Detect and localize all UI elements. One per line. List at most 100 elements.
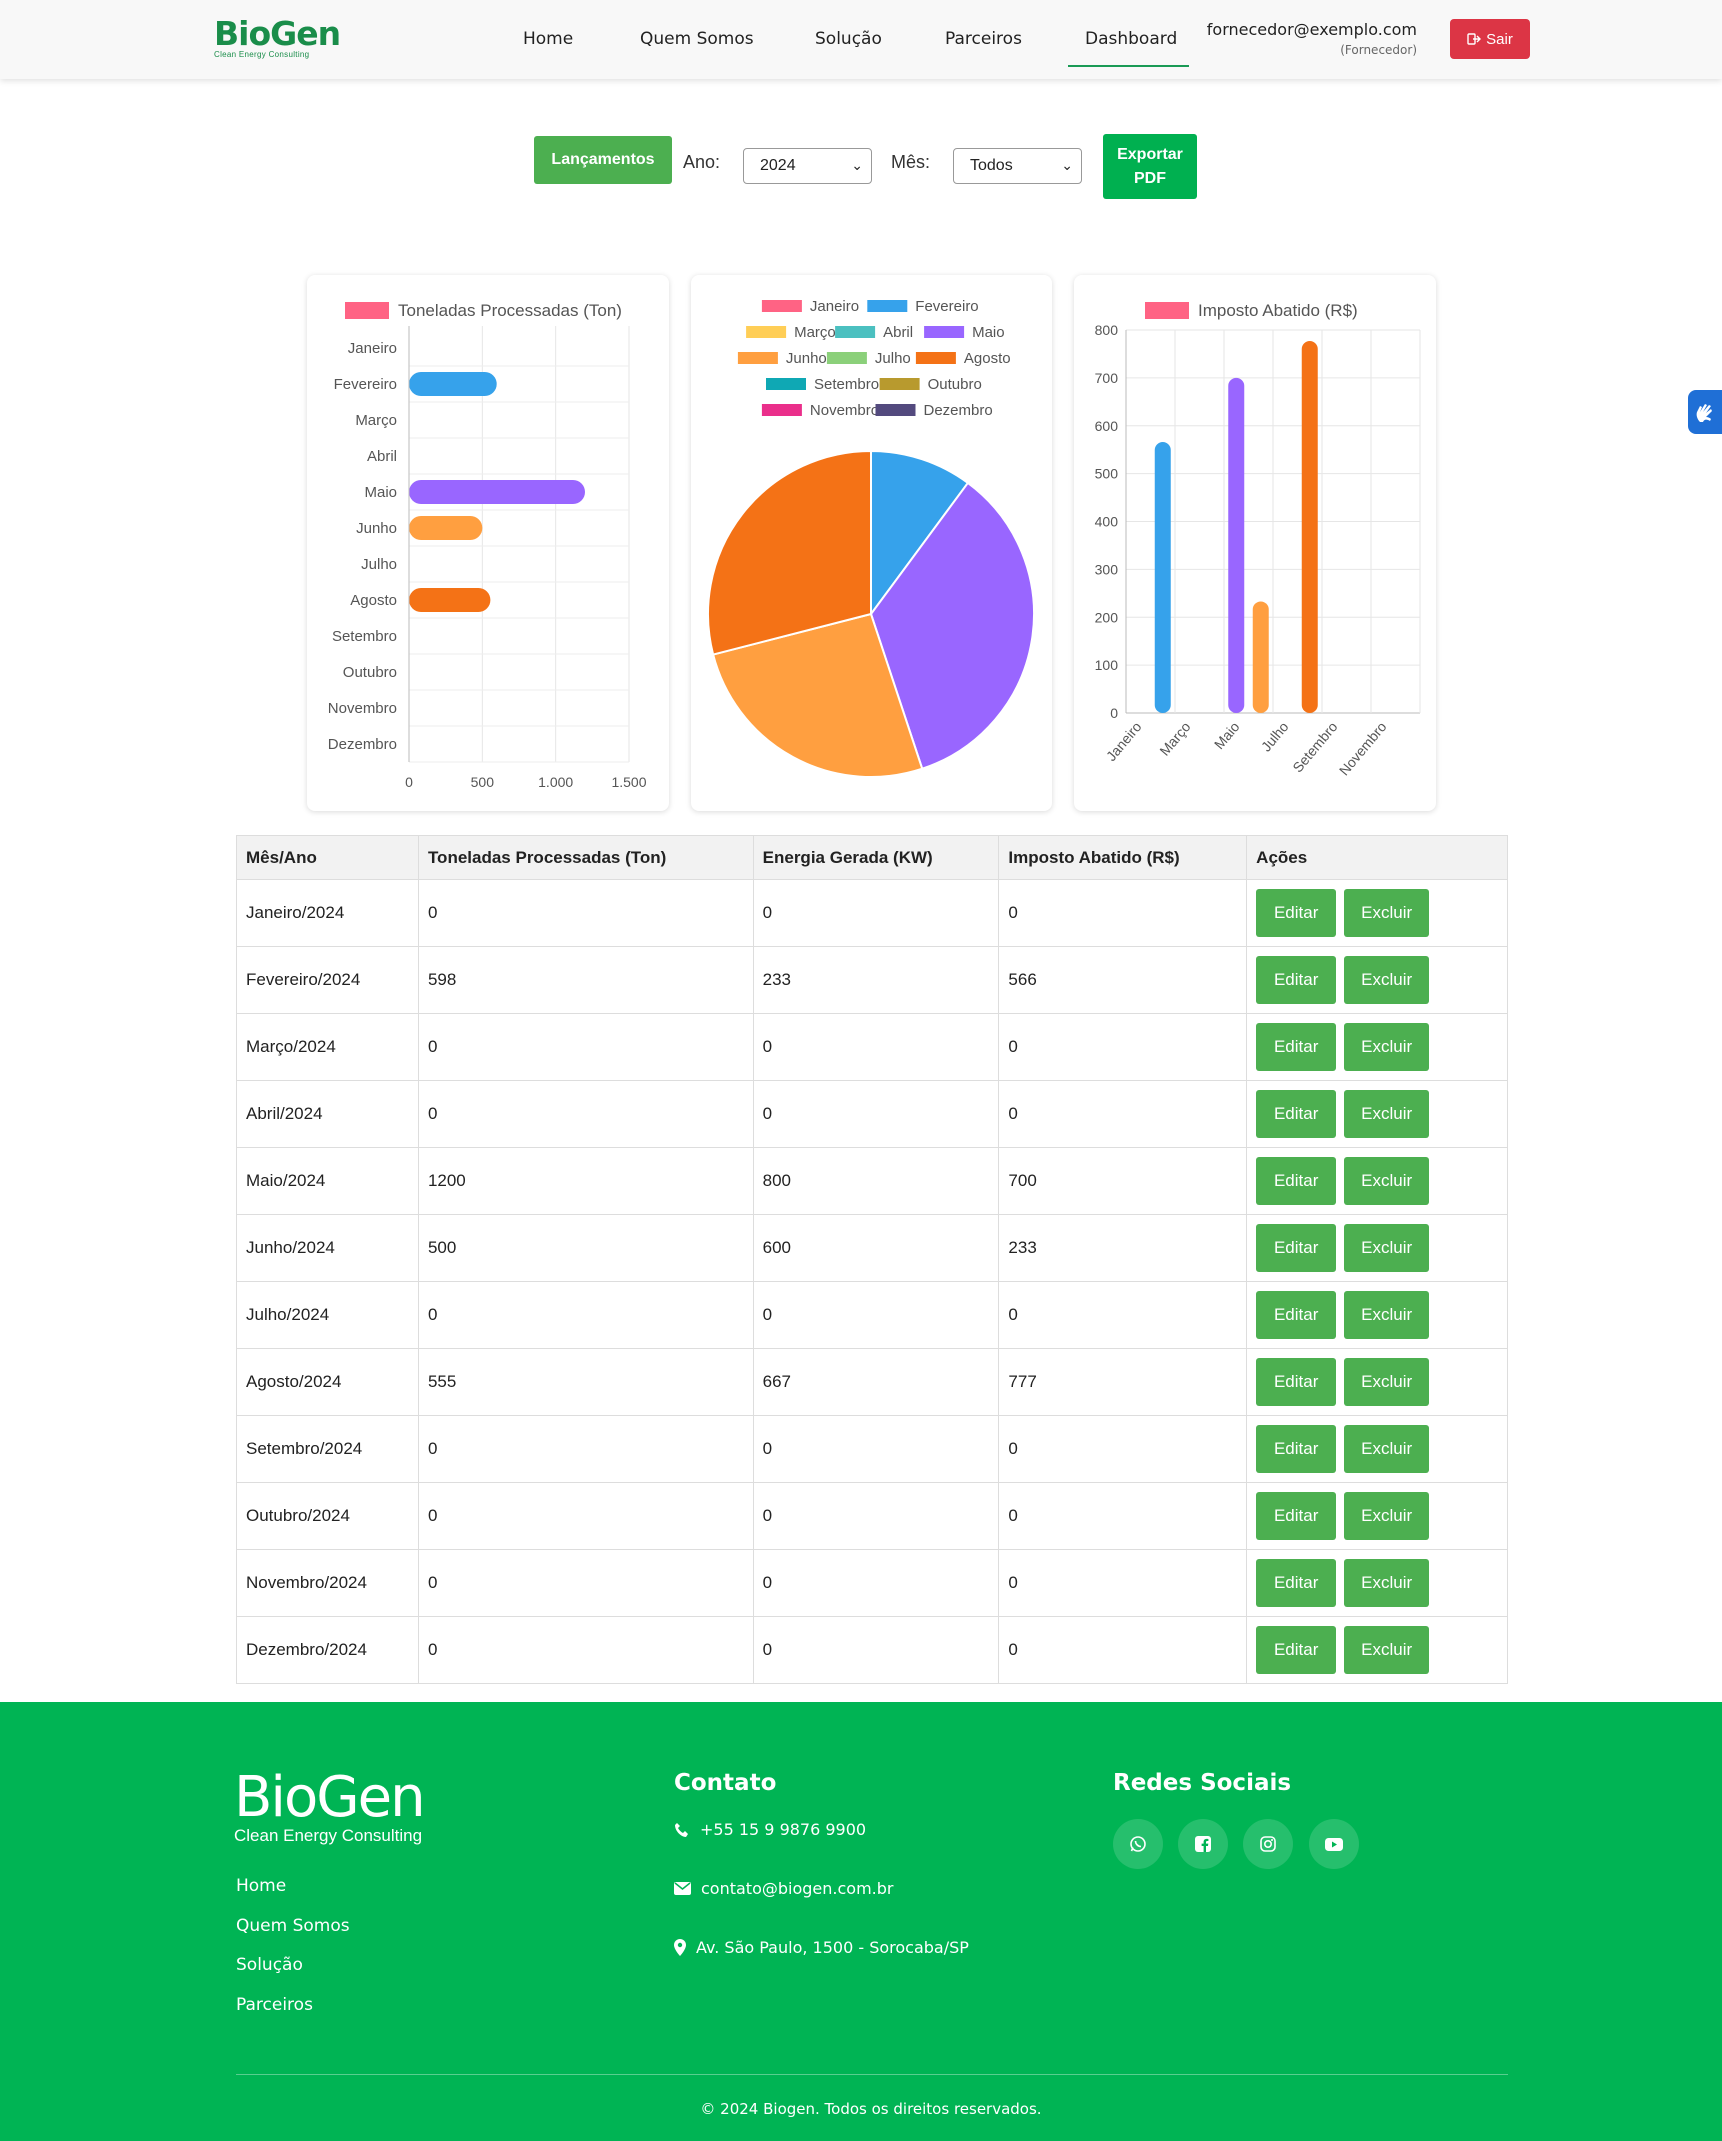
table-row: Janeiro/2024 0 0 0 Editar Excluir bbox=[236, 879, 1508, 947]
facebook-button[interactable] bbox=[1178, 1819, 1228, 1869]
chevron-down-icon: ⌄ bbox=[851, 157, 863, 173]
edit-button[interactable]: Editar bbox=[1256, 1224, 1337, 1272]
chart-card-imposto: Imposto Abatido (R$) 0 100 200 300 400 500 600 7… bbox=[1074, 275, 1436, 811]
delete-button[interactable]: Excluir bbox=[1344, 1023, 1430, 1071]
lancamentos-button[interactable]: Lançamentos bbox=[534, 136, 672, 184]
delete-button[interactable]: Excluir bbox=[1344, 1291, 1430, 1339]
y-tick-label: Fevereiro bbox=[334, 376, 397, 393]
footer-link-home[interactable]: Home bbox=[236, 1876, 286, 1896]
legend-swatch bbox=[746, 326, 787, 338]
y-tick-label: Outubro bbox=[343, 664, 397, 681]
legend-label: Toneladas Processadas (Ton) bbox=[398, 301, 622, 320]
cell-energia: 0 bbox=[752, 1482, 1000, 1550]
edit-button[interactable]: Editar bbox=[1256, 1157, 1337, 1205]
edit-button[interactable]: Editar bbox=[1256, 889, 1337, 937]
contact-email[interactable]: contato@biogen.com.br bbox=[674, 1879, 893, 1898]
footer-logo-text: BioGen bbox=[234, 1765, 426, 1830]
table-row: Novembro/2024 0 0 0 Editar Excluir bbox=[236, 1549, 1508, 1617]
contact-heading: Contato bbox=[674, 1770, 777, 1796]
edit-button[interactable]: Editar bbox=[1256, 1492, 1337, 1540]
cell-imposto: 0 bbox=[998, 1616, 1248, 1684]
col-imposto: Imposto Abatido (R$) bbox=[998, 835, 1248, 880]
delete-button[interactable]: Excluir bbox=[1344, 1626, 1430, 1674]
cell-toneladas: 500 bbox=[417, 1214, 754, 1282]
edit-button[interactable]: Editar bbox=[1256, 1358, 1337, 1406]
nav-parceiros[interactable]: Parceiros bbox=[945, 29, 1022, 49]
edit-button[interactable]: Editar bbox=[1256, 1425, 1337, 1473]
cell-energia: 0 bbox=[752, 1281, 1000, 1349]
legend-label: Novembro bbox=[810, 402, 879, 419]
contact-phone[interactable]: +55 15 9 9876 9900 bbox=[674, 1820, 866, 1839]
active-nav-indicator bbox=[1068, 65, 1189, 67]
lancamentos-table: Mês/Ano Toneladas Processadas (Ton) Ener… bbox=[236, 835, 1508, 1684]
table-row: Dezembro/2024 0 0 0 Editar Excluir bbox=[236, 1616, 1508, 1684]
legend-label: Junho bbox=[786, 350, 827, 367]
accessibility-button[interactable] bbox=[1688, 390, 1722, 434]
cell-mes-ano: Maio/2024 bbox=[236, 1147, 419, 1215]
footer-link-parceiros[interactable]: Parceiros bbox=[236, 1995, 313, 2015]
delete-button[interactable]: Excluir bbox=[1344, 956, 1430, 1004]
cell-acoes: Editar Excluir bbox=[1246, 1348, 1508, 1416]
legend-swatch bbox=[345, 302, 389, 319]
legend-swatch bbox=[924, 326, 965, 338]
cell-acoes: Editar Excluir bbox=[1246, 1147, 1508, 1215]
export-pdf-button[interactable]: Exportar PDF bbox=[1103, 134, 1197, 199]
delete-button[interactable]: Excluir bbox=[1344, 1090, 1430, 1138]
chart-card-toneladas: Toneladas Processadas (Ton) 0 500 1.000 1.50… bbox=[307, 275, 669, 811]
cell-toneladas: 0 bbox=[417, 879, 754, 947]
footer-link-solucao[interactable]: Solução bbox=[236, 1955, 303, 1975]
cell-imposto: 0 bbox=[998, 1415, 1248, 1483]
cell-imposto: 0 bbox=[998, 1549, 1248, 1617]
cell-acoes: Editar Excluir bbox=[1246, 946, 1508, 1014]
nav-home[interactable]: Home bbox=[523, 29, 573, 49]
phone-icon bbox=[675, 1822, 688, 1837]
hand-sign-icon bbox=[1696, 404, 1712, 422]
y-tick-label: Julho bbox=[361, 556, 397, 573]
cell-energia: 800 bbox=[752, 1147, 1000, 1215]
edit-button[interactable]: Editar bbox=[1256, 1626, 1337, 1674]
instagram-button[interactable] bbox=[1243, 1819, 1293, 1869]
cell-energia: 600 bbox=[752, 1214, 1000, 1282]
y-tick-label: Abril bbox=[367, 448, 397, 465]
nav-quem-somos[interactable]: Quem Somos bbox=[640, 29, 754, 49]
x-tick-label: Setembro bbox=[1289, 718, 1340, 775]
edit-button[interactable]: Editar bbox=[1256, 1291, 1337, 1339]
cell-acoes: Editar Excluir bbox=[1246, 1013, 1508, 1081]
cell-toneladas: 0 bbox=[417, 1616, 754, 1684]
delete-button[interactable]: Excluir bbox=[1344, 1224, 1430, 1272]
y-tick-label: Junho bbox=[356, 520, 397, 537]
youtube-button[interactable] bbox=[1309, 1819, 1359, 1869]
whatsapp-button[interactable] bbox=[1113, 1819, 1163, 1869]
delete-button[interactable]: Excluir bbox=[1344, 889, 1430, 937]
cell-imposto: 700 bbox=[998, 1147, 1248, 1215]
delete-button[interactable]: Excluir bbox=[1344, 1157, 1430, 1205]
delete-button[interactable]: Excluir bbox=[1344, 1425, 1430, 1473]
cell-mes-ano: Novembro/2024 bbox=[236, 1549, 419, 1617]
delete-button[interactable]: Excluir bbox=[1344, 1559, 1430, 1607]
bar bbox=[1301, 341, 1318, 713]
cell-energia: 233 bbox=[752, 946, 1000, 1014]
cell-mes-ano: Dezembro/2024 bbox=[236, 1616, 419, 1684]
edit-button[interactable]: Editar bbox=[1256, 1090, 1337, 1138]
nav-dashboard[interactable]: Dashboard bbox=[1085, 29, 1177, 49]
logo[interactable]: BioGen Clean Energy Consulting bbox=[214, 17, 341, 60]
nav-solucao[interactable]: Solução bbox=[815, 29, 882, 49]
col-toneladas: Toneladas Processadas (Ton) bbox=[417, 835, 754, 880]
cell-acoes: Editar Excluir bbox=[1246, 1281, 1508, 1349]
logout-button[interactable]: Sair bbox=[1450, 19, 1530, 59]
mes-select[interactable]: Todos ⌄ bbox=[953, 148, 1082, 184]
table-row: Março/2024 0 0 0 Editar Excluir bbox=[236, 1013, 1508, 1081]
delete-button[interactable]: Excluir bbox=[1344, 1358, 1430, 1406]
y-tick-label: 500 bbox=[1095, 466, 1119, 482]
legend-label: Outubro bbox=[928, 376, 982, 393]
youtube-icon bbox=[1325, 1837, 1343, 1851]
delete-button[interactable]: Excluir bbox=[1344, 1492, 1430, 1540]
ano-select[interactable]: 2024 ⌄ bbox=[743, 148, 872, 184]
footer-link-quem-somos[interactable]: Quem Somos bbox=[236, 1916, 350, 1936]
y-tick-label: Novembro bbox=[328, 700, 397, 717]
edit-button[interactable]: Editar bbox=[1256, 1559, 1337, 1607]
edit-button[interactable]: Editar bbox=[1256, 956, 1337, 1004]
logout-label: Sair bbox=[1486, 30, 1513, 48]
edit-button[interactable]: Editar bbox=[1256, 1023, 1337, 1071]
legend-swatch bbox=[915, 352, 956, 364]
